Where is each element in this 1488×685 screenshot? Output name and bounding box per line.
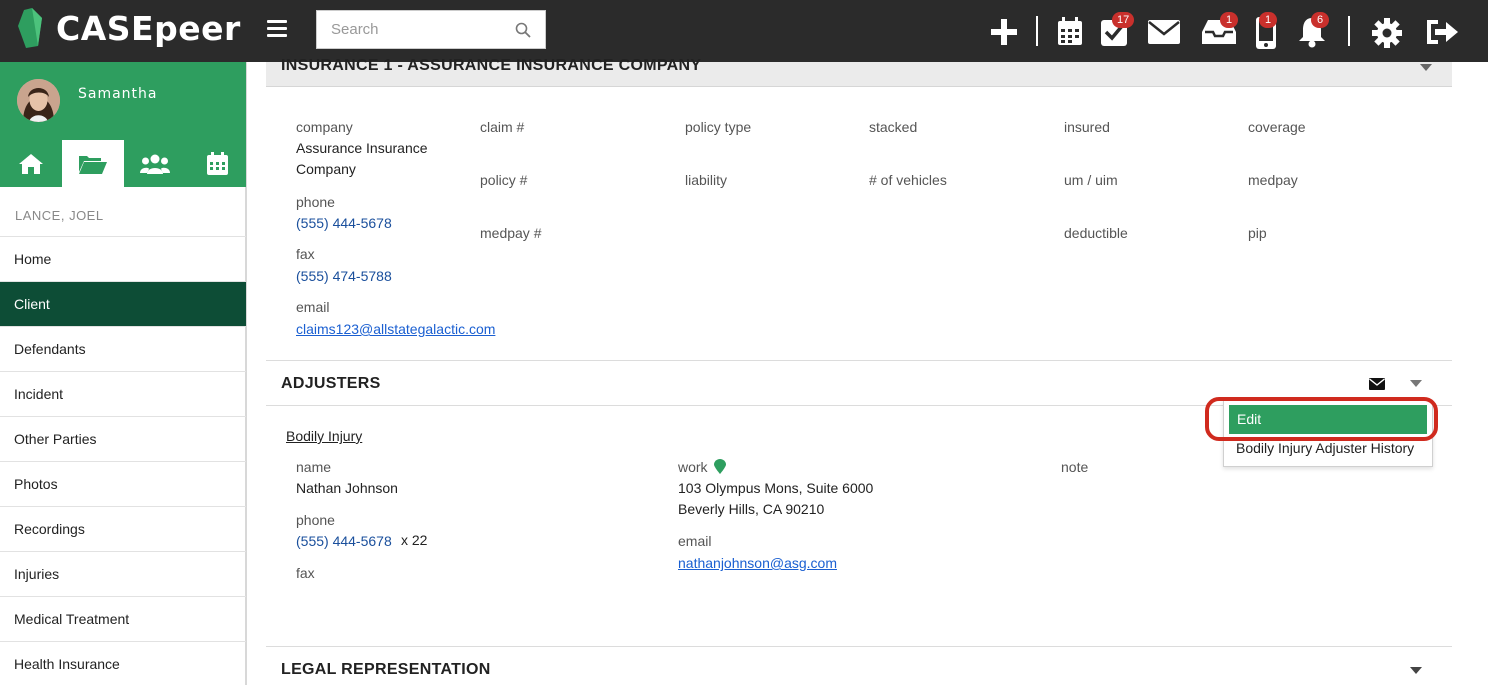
folder-open-icon xyxy=(79,155,107,174)
section-divider xyxy=(266,360,1452,361)
phone-badge: 1 xyxy=(1259,12,1277,28)
logout-icon[interactable] xyxy=(1425,19,1459,53)
stacked-label: stacked xyxy=(869,119,918,135)
adjuster-address-line1: 103 Olympus Mons, Suite 6000 xyxy=(678,480,874,496)
tasks-badge: 17 xyxy=(1112,12,1135,28)
mail-icon[interactable] xyxy=(1369,378,1385,390)
inbox-icon[interactable]: 1 xyxy=(1202,12,1238,54)
adjuster-fax-label: fax xyxy=(296,565,315,581)
tab-case-files[interactable] xyxy=(62,140,124,187)
legal-representation-title: LEGAL REPRESENTATION xyxy=(281,661,491,678)
sidebar-item-incident[interactable]: Incident xyxy=(0,371,246,416)
policy-number-label: policy # xyxy=(480,172,528,188)
chevron-down-icon[interactable] xyxy=(1410,380,1422,387)
insurance-fax-link[interactable]: (555) 474-5788 xyxy=(296,268,392,284)
sidebar-tabs xyxy=(0,140,246,187)
adjuster-phone-label: phone xyxy=(296,512,335,528)
sidebar-item-recordings[interactable]: Recordings xyxy=(0,506,246,551)
search-input[interactable] xyxy=(317,11,507,48)
fax-label: fax xyxy=(296,246,315,262)
sidebar-item-medical-treatment[interactable]: Medical Treatment xyxy=(0,596,246,641)
insurance-section-header[interactable]: INSURANCE 1 - ASSURANCE INSURANCE COMPAN… xyxy=(266,57,1452,87)
insurance-title: INSURANCE 1 - ASSURANCE INSURANCE COMPAN… xyxy=(281,57,702,74)
email-label: email xyxy=(296,299,330,315)
medpay-number-label: medpay # xyxy=(480,225,542,241)
sidebar-item-injuries[interactable]: Injuries xyxy=(0,551,246,596)
adjuster-email-link[interactable]: nathanjohnson@asg.com xyxy=(678,555,837,571)
top-bar: CASEpeer 17 1 1 xyxy=(0,0,1488,62)
adjuster-address-line2: Beverly Hills, CA 90210 xyxy=(678,501,825,517)
toolbar-divider xyxy=(1036,16,1038,46)
inbox-badge: 1 xyxy=(1220,12,1238,28)
insured-label: insured xyxy=(1064,119,1110,135)
company-value-line2: Company xyxy=(296,161,356,177)
adjuster-phone-link[interactable]: (555) 444-5678 xyxy=(296,533,392,549)
username: Samantha xyxy=(78,86,158,102)
adjuster-name-label: name xyxy=(296,459,332,475)
sidebar-item-other-parties[interactable]: Other Parties xyxy=(0,416,246,461)
vehicles-label: # of vehicles xyxy=(869,172,947,188)
calendar-icon[interactable] xyxy=(1057,17,1083,51)
sidebar-item-defendants[interactable]: Defendants xyxy=(0,326,246,371)
gear-icon[interactable] xyxy=(1372,18,1402,52)
liability-label: liability xyxy=(685,172,728,188)
mail-icon[interactable] xyxy=(1148,20,1180,54)
adjuster-note-label: note xyxy=(1061,459,1089,475)
adjuster-name-value: Nathan Johnson xyxy=(296,480,398,496)
avatar[interactable] xyxy=(17,79,60,122)
toolbar-divider xyxy=(1348,16,1350,46)
plus-icon[interactable] xyxy=(990,18,1018,52)
menu-toggle-icon[interactable] xyxy=(267,20,287,38)
case-nav: Home Client Defendants Incident Other Pa… xyxy=(0,236,246,685)
user-panel: Samantha xyxy=(0,62,246,187)
home-icon xyxy=(19,153,43,174)
main-content: INSURANCE 1 - ASSURANCE INSURANCE COMPAN… xyxy=(248,57,1488,685)
tab-home[interactable] xyxy=(0,140,62,187)
insurance-phone-link[interactable]: (555) 444-5678 xyxy=(296,215,392,231)
tab-calendar[interactable] xyxy=(186,140,248,187)
claim-label: claim # xyxy=(480,119,525,135)
sidebar-item-client[interactable]: Client xyxy=(0,281,246,326)
policy-type-label: policy type xyxy=(685,119,752,135)
adjuster-email-label: email xyxy=(678,533,712,549)
deductible-label: deductible xyxy=(1064,225,1128,241)
chevron-down-icon[interactable] xyxy=(1420,64,1432,71)
users-icon xyxy=(140,154,170,174)
section-divider xyxy=(266,646,1452,647)
adjusters-title: ADJUSTERS xyxy=(281,375,381,392)
search-icon[interactable] xyxy=(515,22,531,38)
notifications-badge: 6 xyxy=(1311,12,1329,28)
chevron-down-icon[interactable] xyxy=(1410,667,1422,674)
bell-icon[interactable]: 6 xyxy=(1298,12,1329,50)
adjuster-actions-menu: Edit Bodily Injury Adjuster History xyxy=(1223,400,1433,467)
adjuster-history-menu-item[interactable]: Bodily Injury Adjuster History xyxy=(1236,440,1414,456)
adjuster-type-link[interactable]: Bodily Injury xyxy=(286,428,362,444)
phone-icon[interactable]: 1 xyxy=(1256,12,1277,51)
coverage-label: coverage xyxy=(1248,119,1306,135)
adjuster-work-label: work xyxy=(678,459,708,475)
sidebar-item-home[interactable]: Home xyxy=(0,236,246,281)
calendar-icon xyxy=(206,152,228,175)
um-uim-label: um / uim xyxy=(1064,172,1118,188)
logo-leaf-icon xyxy=(18,8,42,48)
edit-menu-item[interactable]: Edit xyxy=(1229,405,1427,434)
medpay-label: medpay xyxy=(1248,172,1298,188)
sidebar-item-photos[interactable]: Photos xyxy=(0,461,246,506)
insurance-email-link[interactable]: claims123@allstategalactic.com xyxy=(296,321,495,337)
pip-label: pip xyxy=(1248,225,1267,241)
search-box xyxy=(316,10,546,49)
phone-label: phone xyxy=(296,194,335,210)
logo[interactable]: CASEpeer xyxy=(18,8,241,48)
case-name: LANCE, JOEL xyxy=(15,208,104,223)
tasks-icon[interactable]: 17 xyxy=(1101,12,1135,52)
adjuster-phone-ext: x 22 xyxy=(401,532,428,548)
company-label: company xyxy=(296,119,353,135)
brand-name: CASEpeer xyxy=(56,8,241,48)
map-pin-icon[interactable] xyxy=(714,459,726,474)
sidebar: Samantha LANCE, JOEL Home Client Defenda… xyxy=(0,62,247,685)
company-value-line1: Assurance Insurance xyxy=(296,140,428,156)
tab-contacts[interactable] xyxy=(124,140,186,187)
sidebar-item-health-insurance[interactable]: Health Insurance xyxy=(0,641,246,685)
